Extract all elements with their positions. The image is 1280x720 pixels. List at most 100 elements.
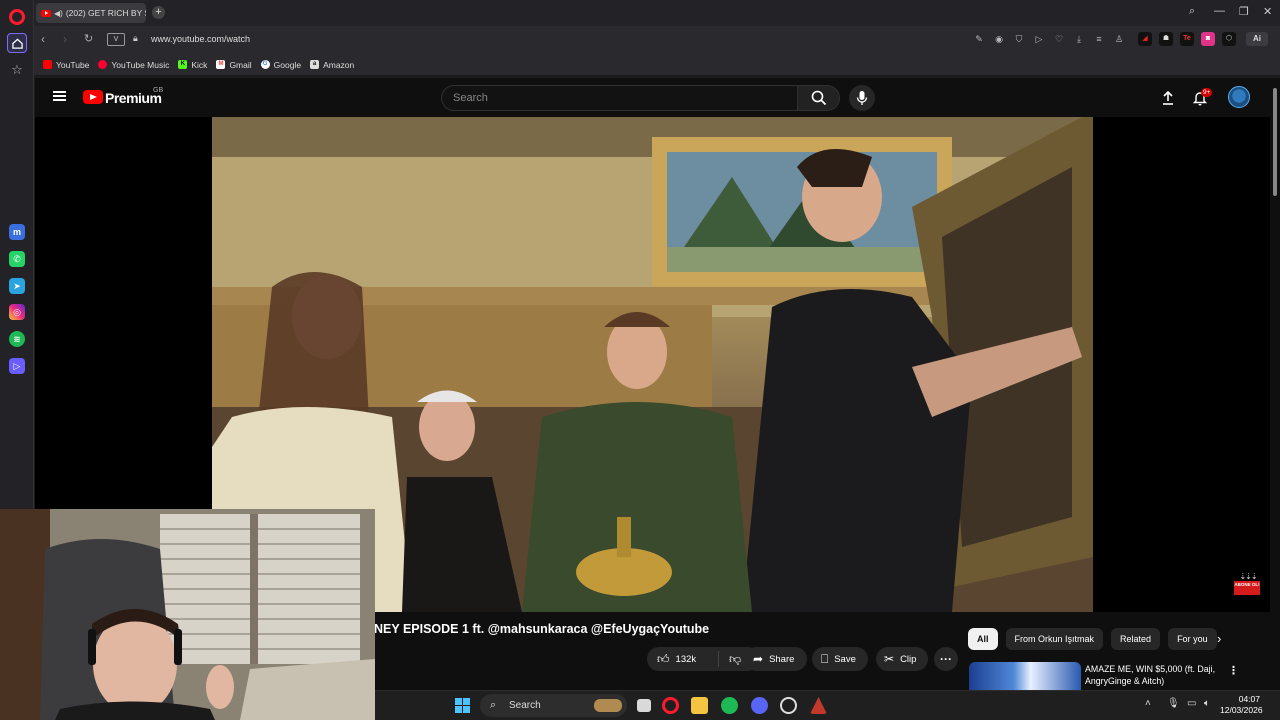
bookmark-youtube-music[interactable]: YouTube Music	[98, 60, 169, 70]
spotify-icon[interactable]: ≋	[9, 331, 25, 347]
address-bar: ‹ › ↻ V 🔒︎ www.youtube.com/watch ✎ ◉ ⛉ ▷…	[34, 26, 1280, 54]
vpn-badge[interactable]: V	[107, 33, 125, 46]
subscribe-watermark[interactable]: ⇣⇣⇣ ABONE OL!	[1234, 572, 1262, 598]
task-view-icon[interactable]	[637, 699, 651, 712]
dislike-button[interactable]: 👎︎	[719, 652, 741, 667]
upload-icon[interactable]	[1161, 90, 1175, 106]
menu-list-icon[interactable]: ≡	[1094, 34, 1104, 44]
discord-icon[interactable]	[751, 697, 768, 714]
more-actions-button[interactable]: ···	[934, 647, 958, 671]
avatar[interactable]	[1228, 86, 1250, 108]
extension-red-icon[interactable]: ◢	[1138, 32, 1152, 46]
spotify-taskbar-icon[interactable]	[721, 697, 738, 714]
microphone-icon	[856, 91, 868, 105]
voice-search-button[interactable]	[849, 85, 875, 111]
tab-title: (202) GET RICH BY SE	[65, 8, 146, 18]
chip-all[interactable]: All	[968, 628, 998, 650]
webcam-scene	[0, 509, 375, 720]
star-icon[interactable]: ☆	[7, 60, 27, 80]
like-button[interactable]: 👍︎ 132k	[647, 651, 719, 667]
menu-icon[interactable]	[53, 91, 66, 101]
play-icon[interactable]: ▷	[1034, 34, 1044, 44]
bookmark-label: Google	[273, 59, 302, 70]
taskbar-search[interactable]: ⌕ Search	[480, 694, 627, 717]
home-icon[interactable]	[7, 33, 27, 53]
youtube-logo-icon[interactable]	[83, 90, 103, 104]
bookmark-youtube[interactable]: YouTube	[43, 60, 89, 70]
player-icon[interactable]: ▷	[9, 358, 25, 374]
bookmark-gmail[interactable]: M Gmail	[216, 60, 252, 70]
speaker-icon[interactable]: ◀)	[54, 9, 63, 18]
camera-icon[interactable]: ◉	[994, 34, 1004, 44]
steam-icon[interactable]	[780, 697, 797, 714]
extension-cube-icon[interactable]: ⬡	[1222, 32, 1236, 46]
profile-icon[interactable]: ♙	[1114, 34, 1124, 44]
tab-bar: ◀) (202) GET RICH BY SE + ⌕ — ❐ ✕	[34, 0, 1280, 26]
extension-te-icon[interactable]: Te	[1180, 32, 1194, 46]
ai-button[interactable]: Ai	[1246, 32, 1268, 46]
clock[interactable]: 04:07 12/03/2026	[1220, 694, 1263, 716]
close-window-button[interactable]: ✕	[1263, 5, 1272, 18]
screen: ☆ m ✆ ➤ ◎ ≋ ▷ ◀) (202) GET RICH BY SE + …	[0, 0, 1280, 720]
chevron-right-icon[interactable]: ›	[1217, 631, 1221, 646]
bookmark-label: Kick	[191, 59, 208, 70]
clip-button[interactable]: ✂ Clip	[876, 647, 928, 671]
scrollbar[interactable]	[1270, 78, 1280, 690]
save-button[interactable]: ⎕ Save	[812, 647, 868, 671]
extension-pink-icon[interactable]: ◙	[1201, 32, 1215, 46]
chevron-up-icon[interactable]: ˄	[1145, 698, 1151, 709]
chip-from-channel[interactable]: From Orkun Işıtmak	[1005, 628, 1104, 650]
bookmark-kick[interactable]: K Kick	[178, 60, 207, 70]
clock-time: 04:07	[1238, 694, 1260, 704]
bookmark-icon: ⎕	[821, 651, 829, 666]
restore-button[interactable]: ❐	[1239, 5, 1249, 18]
network-icon[interactable]: ▭	[1187, 698, 1196, 709]
windows-start-icon[interactable]	[455, 698, 470, 713]
extension-mask-icon[interactable]: ☗	[1159, 32, 1173, 46]
more-vert-icon[interactable]: ⋮	[1228, 664, 1239, 677]
recommendation-thumbnail[interactable]	[969, 662, 1081, 690]
file-explorer-icon[interactable]	[691, 697, 708, 714]
reload-button[interactable]: ↻	[84, 32, 93, 45]
messenger-icon[interactable]: m	[9, 224, 25, 240]
whatsapp-icon[interactable]: ✆	[9, 251, 25, 267]
app-triangle-icon[interactable]	[810, 697, 827, 714]
heart-icon[interactable]: ♡	[1054, 34, 1064, 44]
share-button[interactable]: ➦ Share	[744, 647, 807, 671]
bookmarks-bar: YouTube YouTube Music K Kick M Gmail G G…	[34, 54, 1280, 76]
webcam-overlay	[0, 509, 375, 720]
back-button[interactable]: ‹	[41, 32, 45, 46]
search-icon	[811, 90, 827, 106]
url-field[interactable]: www.youtube.com/watch	[151, 34, 250, 44]
bookmark-amazon[interactable]: a Amazon	[310, 60, 354, 70]
youtube-music-icon	[98, 60, 108, 69]
bookmark-google[interactable]: G Google	[260, 59, 302, 70]
minimize-button[interactable]: —	[1214, 5, 1225, 17]
telegram-icon[interactable]: ➤	[9, 278, 25, 294]
opera-logo-icon[interactable]	[9, 9, 25, 25]
recommendation-title[interactable]: AMAZE ME, WIN $5,000 (ft. Daji, AngryGin…	[1085, 663, 1235, 687]
chip-for-you[interactable]: For you	[1168, 628, 1217, 650]
taskbar-search-placeholder: Search	[509, 700, 541, 711]
edit-icon[interactable]: ✎	[974, 34, 984, 44]
search-button[interactable]	[798, 85, 840, 111]
new-tab-button[interactable]: +	[152, 6, 165, 19]
scissors-icon: ✂	[884, 652, 895, 666]
lock-icon[interactable]: 🔒︎	[133, 33, 138, 44]
microphone-tray-icon[interactable]: 🎙︎	[1167, 698, 1180, 709]
scrollbar-thumb[interactable]	[1273, 88, 1277, 196]
search-tabs-icon[interactable]: ⌕	[1189, 5, 1195, 18]
volume-icon[interactable]: 🔈︎	[1204, 698, 1210, 709]
bookmark-label: YouTube Music	[111, 59, 170, 70]
forward-button[interactable]: ›	[63, 32, 67, 46]
search-input[interactable]: Search	[441, 85, 798, 111]
save-label: Save	[834, 653, 856, 665]
opera-taskbar-icon[interactable]	[662, 697, 679, 714]
chip-related[interactable]: Related	[1111, 628, 1161, 650]
shield-icon[interactable]: ⛉	[1014, 34, 1024, 44]
tab-youtube[interactable]: ◀) (202) GET RICH BY SE	[36, 3, 146, 23]
share-label: Share	[769, 653, 795, 665]
instagram-icon[interactable]: ◎	[9, 304, 25, 320]
download-icon[interactable]: ⤓	[1074, 34, 1084, 44]
bookmark-label: Amazon	[323, 59, 355, 70]
